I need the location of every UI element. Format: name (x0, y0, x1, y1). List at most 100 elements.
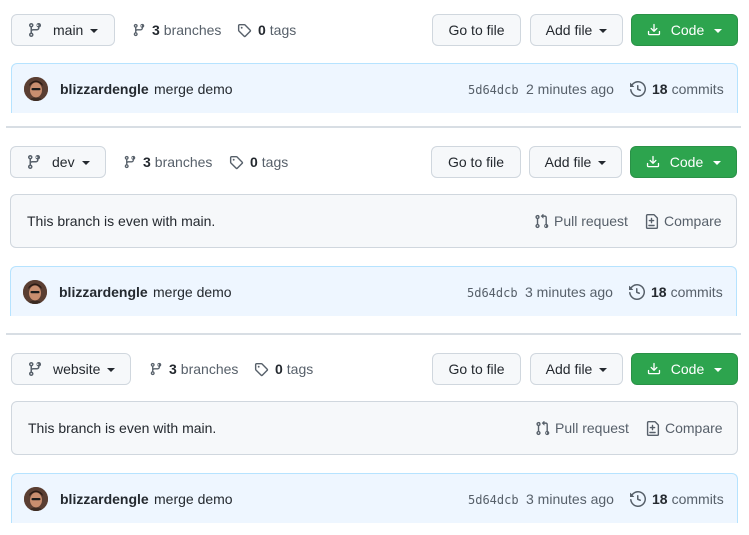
add-file-button[interactable]: Add file (530, 353, 623, 385)
tags-count: 0 (258, 22, 266, 38)
avatar[interactable] (23, 280, 47, 304)
latest-commit: blizzardengle merge demo 5d64dcb 3 minut… (10, 266, 737, 316)
branch-status-box: This branch is even with main. Pull requ… (11, 401, 738, 455)
branch-select-button[interactable]: main (11, 14, 115, 46)
chevron-down-icon (599, 368, 608, 372)
commit-author[interactable]: blizzardengle (60, 491, 149, 507)
compare-label: Compare (664, 213, 722, 229)
branches-link[interactable]: 3 branches (123, 154, 212, 170)
commit-sha[interactable]: 5d64dcb (468, 493, 519, 507)
pull-request-icon (534, 213, 549, 229)
branches-label: branches (163, 22, 222, 38)
branch-select-button[interactable]: dev (10, 146, 106, 178)
chevron-down-icon (598, 161, 607, 165)
go-to-file-label: Go to file (448, 361, 505, 377)
branch-name: main (53, 22, 84, 38)
commits-label: commits (670, 284, 723, 300)
code-label: Code (670, 361, 705, 377)
tags-count: 0 (275, 361, 283, 377)
compare-label: Compare (665, 420, 723, 436)
tag-icon (254, 362, 269, 377)
commit-sha[interactable]: 5d64dcb (468, 83, 519, 97)
tags-link[interactable]: 0 tags (254, 361, 313, 377)
commit-message[interactable]: merge demo (153, 284, 232, 300)
code-label: Code (670, 22, 705, 38)
history-icon (629, 284, 645, 300)
commit-time: 3 minutes ago (526, 491, 614, 507)
code-button[interactable]: Code (631, 14, 738, 46)
pull-request-icon (535, 420, 550, 436)
chevron-down-icon (107, 368, 116, 372)
tags-link[interactable]: 0 tags (237, 22, 296, 38)
compare-icon (645, 420, 660, 436)
download-icon (646, 155, 660, 169)
add-file-button[interactable]: Add file (529, 146, 622, 178)
tag-icon (237, 23, 252, 38)
tag-icon (229, 155, 244, 170)
commit-time: 2 minutes ago (526, 81, 614, 97)
branches-count: 3 (143, 154, 151, 170)
commits-label: commits (671, 81, 724, 97)
commit-author[interactable]: blizzardengle (59, 284, 148, 300)
avatar[interactable] (24, 77, 48, 101)
chevron-down-icon (714, 29, 723, 33)
add-file-label: Add file (545, 22, 593, 38)
commit-sha[interactable]: 5d64dcb (467, 286, 518, 300)
commits-count: 18 (652, 491, 668, 507)
download-icon (647, 362, 661, 376)
commits-label: commits (671, 491, 724, 507)
branch-status-text: This branch is even with main. (27, 213, 216, 229)
branch-status-text: This branch is even with main. (28, 420, 217, 436)
commits-link[interactable]: 18 commits (630, 81, 724, 97)
branches-link[interactable]: 3 branches (132, 22, 221, 38)
panel-divider (6, 333, 741, 335)
commit-message[interactable]: merge demo (154, 491, 233, 507)
pull-request-label: Pull request (555, 420, 629, 436)
commit-time: 3 minutes ago (525, 284, 613, 300)
chevron-down-icon (81, 161, 90, 165)
go-to-file-button[interactable]: Go to file (432, 14, 521, 46)
tags-count: 0 (250, 154, 258, 170)
git-branch-icon (27, 22, 43, 38)
commits-link[interactable]: 18 commits (629, 284, 723, 300)
latest-commit: blizzardengle merge demo 5d64dcb 3 minut… (11, 473, 738, 523)
branch-name: website (53, 361, 101, 377)
code-button[interactable]: Code (631, 353, 738, 385)
chevron-down-icon (90, 29, 99, 33)
commits-link[interactable]: 18 commits (630, 491, 724, 507)
code-button[interactable]: Code (630, 146, 737, 178)
commits-count: 18 (652, 81, 668, 97)
commit-author[interactable]: blizzardengle (60, 81, 149, 97)
compare-link[interactable]: Compare (645, 420, 723, 436)
branches-label: branches (154, 154, 213, 170)
tags-label: tags (261, 154, 289, 170)
go-to-file-label: Go to file (447, 154, 505, 170)
go-to-file-button[interactable]: Go to file (432, 353, 521, 385)
chevron-down-icon (599, 29, 608, 33)
git-branch-icon (149, 362, 163, 376)
branches-count: 3 (152, 22, 160, 38)
tags-link[interactable]: 0 tags (229, 154, 288, 170)
panel-divider (6, 126, 741, 128)
commits-count: 18 (651, 284, 667, 300)
commit-message[interactable]: merge demo (154, 81, 233, 97)
add-file-button[interactable]: Add file (530, 14, 623, 46)
add-file-label: Add file (545, 361, 593, 377)
go-to-file-button[interactable]: Go to file (431, 146, 521, 178)
avatar[interactable] (24, 487, 48, 511)
pull-request-link[interactable]: Pull request (534, 213, 628, 229)
branches-link[interactable]: 3 branches (149, 361, 238, 377)
code-label: Code (669, 154, 704, 170)
chevron-down-icon (713, 161, 722, 165)
compare-link[interactable]: Compare (644, 213, 722, 229)
git-branch-icon (27, 361, 43, 377)
pull-request-link[interactable]: Pull request (535, 420, 629, 436)
tags-label: tags (286, 361, 314, 377)
git-branch-icon (26, 154, 42, 170)
git-branch-icon (123, 155, 137, 169)
go-to-file-label: Go to file (448, 22, 505, 38)
branches-count: 3 (169, 361, 177, 377)
branch-select-button[interactable]: website (11, 353, 131, 385)
tags-label: tags (269, 22, 297, 38)
branch-status-box: This branch is even with main. Pull requ… (10, 194, 737, 248)
